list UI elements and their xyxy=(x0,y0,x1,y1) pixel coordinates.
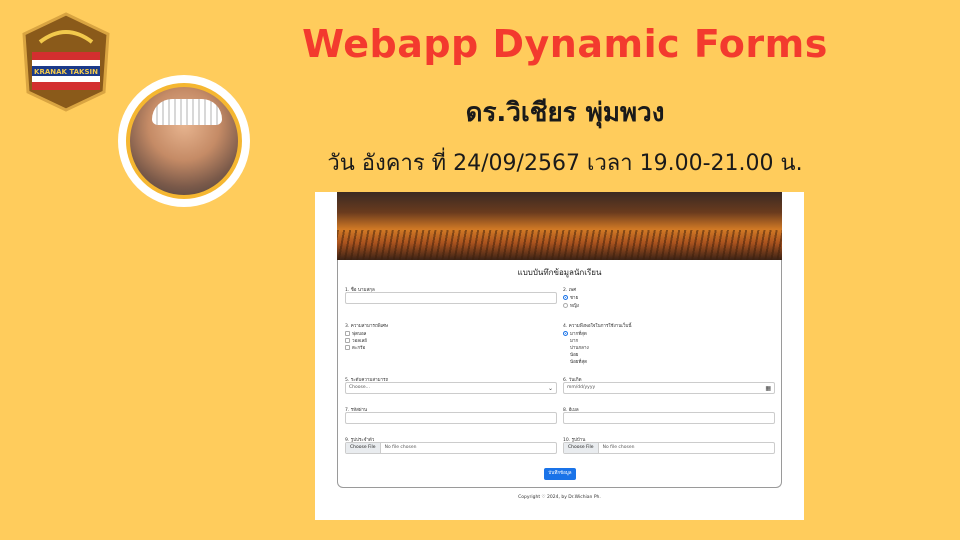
logo: KRANAK TAKSIN xyxy=(20,12,112,112)
form-title: แบบบันทึกข้อมูลนักเรียน xyxy=(517,268,602,277)
skill-option-football[interactable]: ฟุตบอล xyxy=(345,330,366,337)
svg-text:KRANAK TAKSIN: KRANAK TAKSIN xyxy=(34,68,98,76)
date-line: วัน อังคาร ที่ 24/09/2567 เวลา 19.00-21.… xyxy=(327,151,803,176)
name-input[interactable] xyxy=(345,292,557,304)
form-card: แบบบันทึกข้อมูลนักเรียน 1. ชื่อ นามสกุล … xyxy=(337,260,782,488)
skill-option-takraw[interactable]: ตะกร้อ xyxy=(345,344,365,351)
house-photo-file-input[interactable]: Choose File No file chosen xyxy=(563,442,775,454)
email-input[interactable] xyxy=(563,412,775,424)
gender-option-male[interactable]: ชาย xyxy=(563,294,578,301)
chevron-down-icon: ⌄ xyxy=(547,385,553,392)
satisfaction-option-5[interactable]: น้อยที่สุด xyxy=(563,358,587,365)
webapp-screenshot: แบบบันทึกข้อมูลนักเรียน 1. ชื่อ นามสกุล … xyxy=(315,192,804,520)
submit-button[interactable]: บันทึกข้อมูล xyxy=(544,468,576,480)
skill-label: 3. ความสามารถพิเศษ xyxy=(345,324,388,329)
presenter-avatar xyxy=(118,75,250,207)
profile-photo-file-input[interactable]: Choose File No file chosen xyxy=(345,442,557,454)
skill-option-volleyball[interactable]: วอลเลย์ xyxy=(345,337,367,344)
satisfaction-option-2[interactable]: มาก xyxy=(563,337,578,344)
password-input[interactable] xyxy=(345,412,557,424)
satisfaction-option-3[interactable]: ปานกลาง xyxy=(563,344,589,351)
choose-file-button[interactable]: Choose File xyxy=(346,443,381,453)
gender-option-female[interactable]: หญิง xyxy=(563,302,579,309)
page-title: Webapp Dynamic Forms xyxy=(302,22,828,66)
calendar-icon[interactable]: ▦ xyxy=(765,384,771,394)
choose-file-button[interactable]: Choose File xyxy=(564,443,599,453)
gender-label: 2. เพศ xyxy=(563,288,577,293)
satisfaction-option-4[interactable]: น้อย xyxy=(563,351,578,358)
footer-copyright: Copyright ♡ 2024, by Dr.Wichian Ph. xyxy=(518,495,601,500)
level-select[interactable]: Choose... ⌄ xyxy=(345,382,557,394)
birthdate-input[interactable]: mm/dd/yyyy ▦ xyxy=(563,382,775,394)
satisfaction-option-1[interactable]: มากที่สุด xyxy=(563,330,587,337)
banner-image xyxy=(337,192,782,260)
satisfaction-label: 4. ความพึงพอใจในการใช้งานเว็บนี้ xyxy=(563,324,632,329)
author-name: ดร.วิเชียร พุ่มพวง xyxy=(465,98,665,128)
